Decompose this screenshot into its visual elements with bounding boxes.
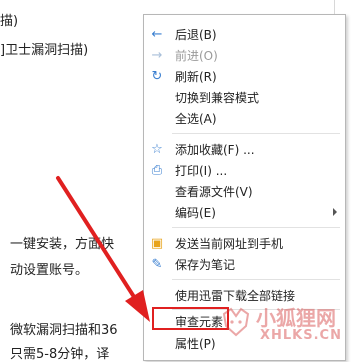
watermark: 小狐狸网 XHLKS.CN	[220, 302, 350, 350]
printer-icon: ⎙	[151, 162, 163, 178]
submenu-arrow-icon	[333, 208, 337, 216]
back-arrow-icon: ←	[151, 26, 163, 42]
menu-item-print[interactable]: ⎙ 打印(I) ...	[144, 160, 345, 181]
menu-item-forward[interactable]: → 前进(O)	[144, 45, 345, 66]
menu-item-save-note[interactable]: ✎ 保存为笔记	[144, 254, 345, 275]
refresh-icon: ↻	[151, 68, 163, 84]
menu-item-refresh[interactable]: ↻ 刷新(R)	[144, 66, 345, 87]
menu-separator	[172, 279, 340, 280]
menu-item-back[interactable]: ← 后退(B)	[144, 24, 345, 45]
menu-item-label: 属性(P)	[175, 337, 216, 351]
watermark-text: 小狐狸网	[256, 306, 336, 330]
menu-item-label: 刷新(R)	[175, 70, 217, 84]
menu-item-label: 保存为笔记	[175, 258, 236, 272]
menu-item-view-source[interactable]: 查看源文件(V)	[144, 181, 345, 202]
page-text-line-1: 描)	[0, 14, 19, 29]
highlight-box	[152, 307, 229, 330]
menu-item-add-favorite[interactable]: ☆ 添加收藏(F) ...	[144, 139, 345, 160]
fox-logo-icon	[222, 307, 250, 337]
forward-arrow-icon: →	[151, 47, 163, 63]
menu-item-label: 发送当前网址到手机	[175, 237, 284, 251]
menu-item-label: 添加收藏(F) ...	[175, 143, 255, 157]
menu-item-label: 全选(A)	[175, 112, 217, 126]
menu-separator	[172, 133, 340, 134]
star-add-icon: ☆	[151, 141, 163, 157]
menu-item-label: 前进(O)	[175, 49, 218, 63]
menu-item-label: 后退(B)	[175, 28, 217, 42]
watermark-url: XHLKS.CN	[260, 328, 342, 343]
menu-item-compat-mode[interactable]: 切换到兼容模式	[144, 87, 345, 108]
menu-item-encoding[interactable]: 编码(E)	[144, 202, 345, 223]
menu-item-label: 编码(E)	[175, 206, 216, 220]
menu-separator	[172, 227, 340, 228]
menu-item-send-to-phone[interactable]: ▣ 发送当前网址到手机	[144, 233, 345, 254]
page-text-line-4: 动设置账号。	[10, 263, 89, 278]
menu-item-label: 打印(I) ...	[175, 164, 228, 178]
menu-item-label: 查看源文件(V)	[175, 185, 253, 199]
send-to-phone-icon: ▣	[150, 235, 164, 251]
page-text-line-5: 微软漏洞扫描和36	[10, 323, 118, 338]
page-text-line-3: 一键安装，方面快	[10, 237, 115, 252]
page-text-line-2: ]卫士漏洞扫描)	[0, 43, 89, 58]
menu-item-label: 切换到兼容模式	[175, 91, 260, 105]
menu-item-select-all[interactable]: 全选(A)	[144, 108, 345, 129]
note-edit-icon: ✎	[151, 256, 163, 272]
